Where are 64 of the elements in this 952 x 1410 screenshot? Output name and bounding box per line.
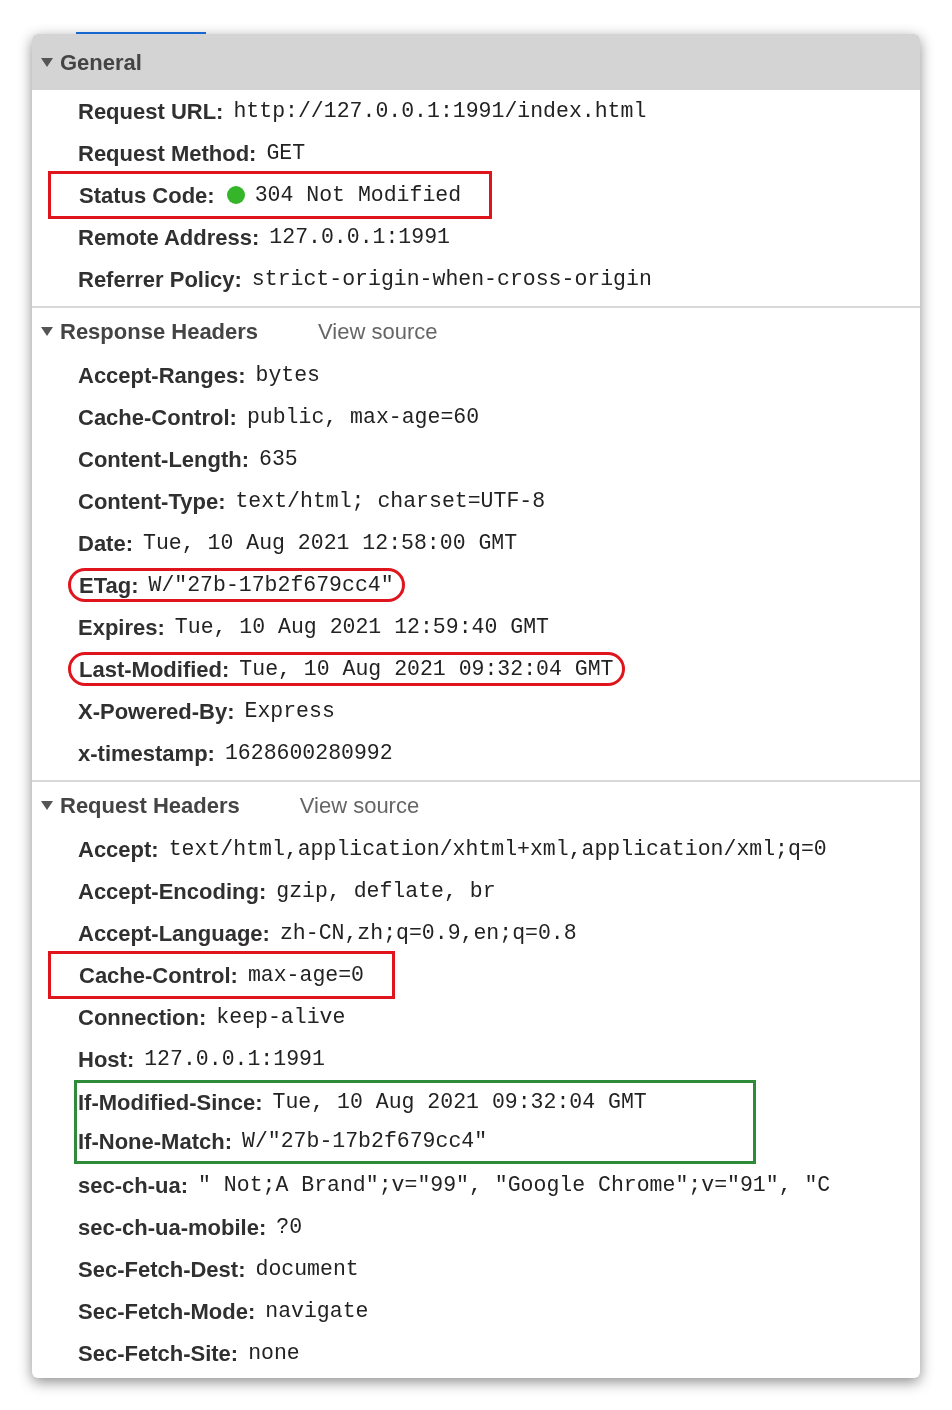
header-value: Tue, 10 Aug 2021 12:58:00 GMT (143, 529, 518, 557)
header-value: keep-alive (216, 1003, 346, 1031)
header-name: Host: (78, 1045, 135, 1074)
header-value: bytes (255, 361, 320, 389)
header-name: Last-Modified: (79, 655, 230, 684)
header-value: 127.0.0.1:1991 (144, 1045, 325, 1073)
header-name: Cache-Control: (78, 403, 237, 432)
header-name: Request Method: (78, 139, 257, 168)
header-value: document (255, 1255, 359, 1283)
header-value: 635 (259, 445, 298, 473)
header-value: text/html; charset=UTF-8 (235, 487, 546, 515)
header-value: strict-origin-when-cross-origin (251, 265, 652, 293)
header-name: Connection: (78, 1003, 207, 1032)
header-value: max-age=0 (247, 961, 364, 989)
header-value: " Not;A Brand";v="99", "Google Chrome";v="91", "C (198, 1171, 831, 1199)
header-name: Accept: (78, 835, 159, 864)
header-value: W/"27b-17b2f679cc4" (148, 571, 394, 599)
header-name: Referrer Policy: (78, 265, 242, 294)
caret-down-icon (40, 798, 54, 812)
header-value: navigate (265, 1297, 369, 1325)
header-name: x-timestamp: (78, 739, 215, 768)
header-name: If-None-Match: (78, 1128, 232, 1156)
header-name: Accept-Encoding: (78, 877, 267, 906)
header-name: sec-ch-ua: (78, 1171, 189, 1200)
header-name: Cache-Control: (79, 961, 238, 990)
header-name: sec-ch-ua-mobile: (78, 1213, 267, 1242)
header-value: text/html,application/xhtml+xml,application/xml;q=0 (168, 835, 827, 863)
header-value: 304 Not Modified (254, 181, 462, 209)
caret-down-icon (40, 324, 54, 338)
header-value: GET (266, 139, 306, 167)
header-value: Tue, 10 Aug 2021 09:32:04 GMT (272, 1089, 647, 1117)
header-name: Accept-Ranges: (78, 361, 246, 390)
caret-down-icon (40, 55, 54, 69)
header-value: http://127.0.0.1:1991/index.html (233, 97, 647, 125)
header-value: public, max-age=60 (246, 403, 480, 431)
header-value: Tue, 10 Aug 2021 12:59:40 GMT (174, 613, 549, 641)
section-header[interactable]: Request Headers View source (32, 782, 920, 828)
header-name: Content-Type: (78, 487, 226, 516)
header-value: gzip, deflate, br (276, 877, 496, 905)
header-name: ETag: (79, 571, 139, 600)
header-name: Expires: (78, 613, 165, 642)
header-name: Sec-Fetch-Mode: (78, 1297, 256, 1326)
header-name: Remote Address: (78, 223, 260, 252)
header-name: If-Modified-Since: (78, 1089, 263, 1117)
header-name: Accept-Language: (78, 919, 270, 948)
section-header[interactable]: Response Headers View source (32, 308, 920, 354)
header-value: 127.0.0.1:1991 (269, 223, 450, 251)
section-header[interactable]: General (32, 34, 920, 90)
header-name: Date: (78, 529, 133, 558)
header-name: X-Powered-By: (78, 697, 235, 726)
header-name: Sec-Fetch-Dest: (78, 1255, 246, 1284)
header-value: Express (244, 697, 335, 725)
view-source-link[interactable]: View source (299, 788, 420, 822)
header-value: W/"27b-17b2f679cc4" (242, 1128, 488, 1156)
header-value: 1628600280992 (224, 739, 393, 767)
header-value: ?0 (276, 1213, 303, 1241)
header-value: none (248, 1339, 300, 1367)
header-value: zh-CN,zh;q=0.9,en;q=0.8 (279, 919, 577, 947)
header-name: Status Code: (79, 181, 215, 210)
header-name: Content-Length: (78, 445, 250, 474)
header-value: Tue, 10 Aug 2021 09:32:04 GMT (239, 655, 614, 683)
header-name: Request URL: (78, 97, 224, 126)
view-source-link[interactable]: View source (318, 314, 438, 348)
header-name: Sec-Fetch-Site: (78, 1339, 239, 1368)
